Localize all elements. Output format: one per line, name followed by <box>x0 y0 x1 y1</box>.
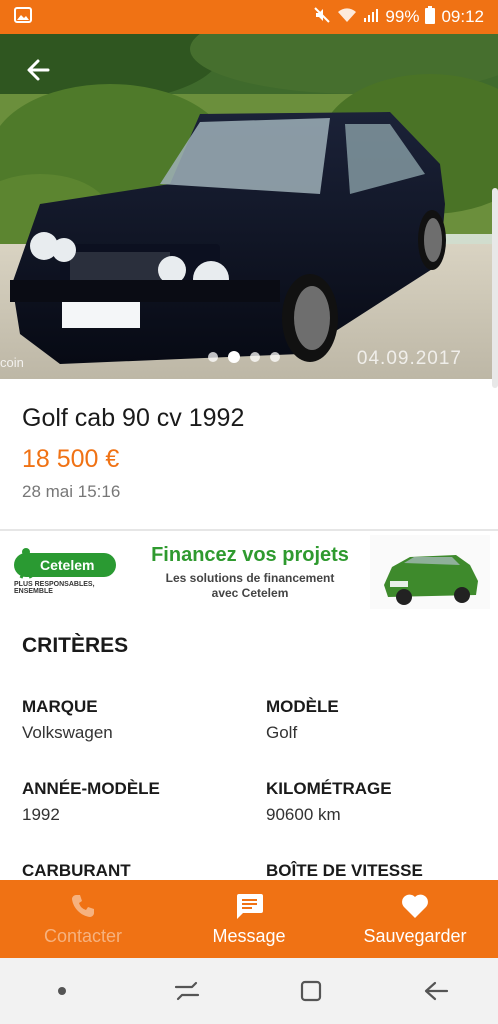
criterion-year: ANNÉE-MODÈLE 1992 <box>22 779 242 825</box>
pagination-dot[interactable] <box>250 352 260 362</box>
recent-apps-icon[interactable] <box>167 971 207 1011</box>
battery-percent: 99% <box>385 7 420 26</box>
pagination-dot[interactable] <box>270 352 280 362</box>
phone-icon <box>72 894 94 917</box>
save-button[interactable]: Sauvegarder <box>332 880 498 958</box>
car-photo <box>0 34 498 379</box>
mute-icon <box>313 6 331 29</box>
banner-sub-line1: Les solutions de financement <box>165 570 335 585</box>
criterion-value: 90600 km <box>266 805 341 824</box>
banner-headline: Financez vos projets <box>151 543 349 566</box>
pagination-dot[interactable] <box>208 352 218 362</box>
photo-gallery[interactable]: coin <box>0 34 498 379</box>
cetelem-logo: Cetelem PLUS RESPONSABLES, ENSEMBLE <box>0 535 130 609</box>
message-label: Message <box>212 925 286 946</box>
criterion-label: CARBURANT <box>22 861 131 880</box>
battery-icon <box>425 5 436 29</box>
listing-price: 18 500 € <box>22 445 120 473</box>
image-notification-icon <box>14 6 32 28</box>
criterion-label: MARQUE <box>22 697 98 716</box>
heart-icon <box>402 894 428 918</box>
criterion-gearbox: BOÎTE DE VITESSE <box>266 861 486 881</box>
save-label: Sauvegarder <box>363 925 467 946</box>
listing-header: Golf cab 90 cv 1992 18 500 € 28 mai 15:1… <box>22 404 482 502</box>
clock: 09:12 <box>441 7 484 26</box>
criterion-value: Volkswagen <box>22 723 113 742</box>
pagination-dot-active[interactable] <box>228 351 240 363</box>
photo-date-stamp: 04.09.2017 <box>356 348 462 369</box>
criterion-label: BOÎTE DE VITESSE <box>266 861 423 880</box>
scrollbar[interactable] <box>492 188 498 388</box>
criterion-fuel: CARBURANT <box>22 861 242 881</box>
criterion-label: MODÈLE <box>266 697 339 716</box>
home-icon[interactable] <box>291 971 331 1011</box>
action-bar: Contacter Message Sauvegarder <box>0 880 498 958</box>
criterion-value: 1992 <box>22 805 60 824</box>
criterion-brand: MARQUE Volkswagen <box>22 697 242 743</box>
contact-label: Contacter <box>43 925 123 946</box>
nav-dot-icon[interactable] <box>42 971 82 1011</box>
cetelem-brand: Cetelem <box>14 553 116 577</box>
status-bar: 99% 09:12 <box>0 0 498 34</box>
ad-banner[interactable]: Cetelem PLUS RESPONSABLES, ENSEMBLE Fina… <box>0 535 498 609</box>
signal-icon <box>363 7 379 28</box>
criterion-model: MODÈLE Golf <box>266 697 486 743</box>
back-icon[interactable] <box>416 971 456 1011</box>
contact-button[interactable]: Contacter <box>0 880 166 958</box>
gallery-pagination[interactable] <box>208 351 280 363</box>
listing-date: 28 mai 15:16 <box>22 482 121 501</box>
criterion-value: Golf <box>266 723 298 742</box>
listing-title: Golf cab 90 cv 1992 <box>22 404 245 432</box>
criterion-label: ANNÉE-MODÈLE <box>22 779 160 798</box>
green-car-image <box>370 535 490 609</box>
banner-text: Financez vos projets Les solutions de fi… <box>130 544 370 601</box>
back-arrow-icon[interactable] <box>22 56 54 88</box>
criterion-label: KILOMÉTRAGE <box>266 779 392 798</box>
system-nav-bar <box>0 958 498 1024</box>
banner-sub-line2: avec Cetelem <box>211 585 289 600</box>
criterion-mileage: KILOMÉTRAGE 90600 km <box>266 779 486 825</box>
message-button[interactable]: Message <box>166 880 332 958</box>
criteria-heading: CRITÈRES <box>22 634 129 657</box>
photo-watermark: coin <box>0 355 24 370</box>
cetelem-tagline: PLUS RESPONSABLES, ENSEMBLE <box>14 581 95 595</box>
message-icon <box>237 893 263 919</box>
wifi-icon <box>337 7 357 28</box>
divider <box>0 529 498 531</box>
